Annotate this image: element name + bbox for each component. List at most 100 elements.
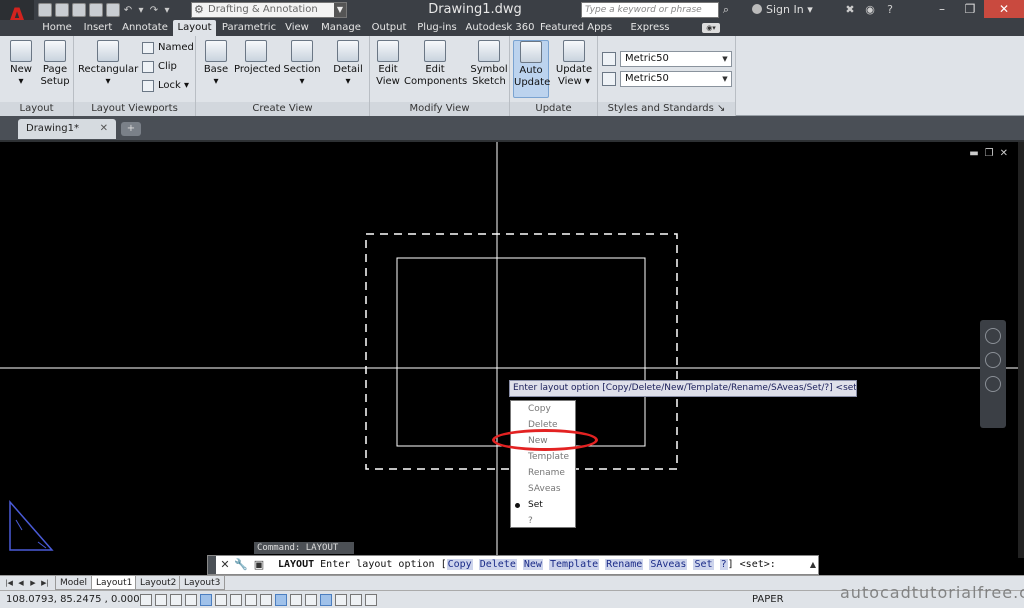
clip-button[interactable]: Clip xyxy=(140,59,194,75)
exchange-icon[interactable]: ✖ xyxy=(843,2,857,18)
tab-featured-apps[interactable]: Featured Apps xyxy=(538,20,614,36)
polar-tracking-icon[interactable] xyxy=(200,594,212,606)
auto-update-button[interactable]: Auto Update xyxy=(513,40,550,98)
ribbon-display-toggle-icon[interactable]: ◉▾ xyxy=(702,23,720,33)
help-icon[interactable]: ? xyxy=(883,2,897,18)
undo-icon[interactable]: ↶ xyxy=(123,5,133,16)
new-file-icon[interactable] xyxy=(38,3,52,17)
selection-cycling-icon[interactable] xyxy=(335,594,347,606)
prev-tab-icon[interactable]: ◀ xyxy=(16,578,26,589)
redo-icon[interactable]: ↷ xyxy=(149,5,159,16)
edit-view-button[interactable]: Edit View xyxy=(374,40,402,88)
symbol-sketch-button[interactable]: Symbol Sketch xyxy=(470,40,508,88)
rectangular-viewport-button[interactable]: Rectangular ▾ xyxy=(78,40,138,88)
snap-mode-icon[interactable] xyxy=(155,594,167,606)
edit-components-button[interactable]: Edit Components xyxy=(404,40,467,88)
option-template[interactable]: Template xyxy=(511,449,575,465)
named-viewports-button[interactable]: Named xyxy=(140,40,194,56)
restore-icon[interactable]: ❐ xyxy=(985,148,994,159)
pan-icon[interactable] xyxy=(985,352,1001,368)
dynamic-input-icon[interactable] xyxy=(275,594,287,606)
cmd-option-rename[interactable]: Rename xyxy=(605,559,644,570)
projected-view-button[interactable]: Projected xyxy=(234,40,281,76)
close-tab-icon[interactable]: ✕ xyxy=(100,119,108,139)
cmd-option-template[interactable]: Template xyxy=(548,559,600,570)
maximize-icon[interactable]: ❐ xyxy=(956,0,984,18)
tab-insert[interactable]: Insert xyxy=(80,20,116,36)
cmd-option-saveas[interactable]: SAveas xyxy=(649,559,688,570)
object-snap-tracking-icon[interactable] xyxy=(245,594,257,606)
binoculars-icon[interactable]: ⌕ xyxy=(719,2,733,18)
cmd-option-set[interactable]: Set xyxy=(693,559,714,570)
undo-dropdown-icon[interactable]: ▾ xyxy=(136,5,146,16)
option-set[interactable]: Set xyxy=(511,497,575,513)
tab-autodesk-360[interactable]: Autodesk 360 xyxy=(465,20,535,36)
3d-object-snap-icon[interactable] xyxy=(230,594,242,606)
new-layout-button[interactable]: New ▾ xyxy=(6,40,36,88)
workspace-dropdown[interactable]: ⚙ Drafting & Annotation ▼ xyxy=(191,2,347,18)
detail-view-button[interactable]: Detail ▾ xyxy=(330,40,366,88)
coordinates-readout[interactable]: 108.0793, 85.2475 , 0.0000 xyxy=(6,591,146,608)
command-line-grip[interactable] xyxy=(208,556,216,574)
command-line[interactable]: ✕ 🔧 ▣ LAYOUT Enter layout option [Copy D… xyxy=(207,555,819,575)
tab-view[interactable]: View xyxy=(282,20,312,36)
command-history-up-icon[interactable]: ▲ xyxy=(810,557,816,573)
tab-parametric[interactable]: Parametric xyxy=(220,20,278,36)
sign-in-button[interactable]: Sign In ▾ xyxy=(752,2,832,18)
new-tab-button[interactable]: + xyxy=(121,122,141,136)
tab-manage[interactable]: Manage xyxy=(318,20,364,36)
section-style-dropdown[interactable]: Metric50 ▼ xyxy=(620,71,732,87)
redo-dropdown-icon[interactable]: ▾ xyxy=(162,5,172,16)
annotation-monitor-icon[interactable] xyxy=(350,594,362,606)
save-as-icon[interactable] xyxy=(89,3,103,17)
zoom-icon[interactable] xyxy=(985,376,1001,392)
close-icon[interactable]: ✕ xyxy=(1000,148,1008,159)
quick-properties-icon[interactable] xyxy=(320,594,332,606)
section-view-button[interactable]: Section ▾ xyxy=(282,40,322,88)
tab-home[interactable]: Home xyxy=(38,20,76,36)
minimize-icon[interactable]: ▬ xyxy=(969,148,978,159)
object-snap-icon[interactable] xyxy=(215,594,227,606)
tab-annotate[interactable]: Annotate xyxy=(120,20,170,36)
option-rename[interactable]: Rename xyxy=(511,465,575,481)
paper-space-toggle[interactable]: PAPER xyxy=(752,591,784,608)
vertical-scrollbar[interactable] xyxy=(1018,142,1024,558)
grid-display-icon[interactable] xyxy=(170,594,182,606)
drawing-canvas[interactable]: ▬ ❐ ✕ Enter layout option [Copy/Delete/N… xyxy=(0,140,1024,558)
cmd-option-delete[interactable]: Delete xyxy=(478,559,517,570)
layout-tab-layout3[interactable]: Layout3 xyxy=(179,576,226,590)
close-command-line-icon[interactable]: ✕ xyxy=(218,557,232,573)
update-view-button[interactable]: Update View ▾ xyxy=(554,40,594,88)
allow-ucs-icon[interactable] xyxy=(260,594,272,606)
base-view-button[interactable]: Base ▾ xyxy=(200,40,232,88)
tab-express-tools[interactable]: Express Tools xyxy=(617,20,683,49)
transparency-icon[interactable] xyxy=(305,594,317,606)
view-style-dropdown[interactable]: Metric50 ▼ xyxy=(620,51,732,67)
last-tab-icon[interactable]: ▶| xyxy=(40,578,50,589)
stay-connected-icon[interactable]: ◉ xyxy=(863,2,877,18)
tab-plug-ins[interactable]: Plug-ins xyxy=(414,20,460,36)
layout-tab-layout1[interactable]: Layout1 xyxy=(91,576,138,590)
minimize-icon[interactable]: – xyxy=(928,0,956,18)
option-question[interactable]: ? xyxy=(511,513,575,529)
open-file-icon[interactable] xyxy=(55,3,69,17)
ortho-mode-icon[interactable] xyxy=(185,594,197,606)
search-input[interactable]: Type a keyword or phrase xyxy=(581,2,719,18)
customize-wrench-icon[interactable]: 🔧 xyxy=(234,557,248,573)
tab-output[interactable]: Output xyxy=(368,20,410,36)
plot-icon[interactable] xyxy=(106,3,120,17)
next-tab-icon[interactable]: ▶ xyxy=(28,578,38,589)
steering-wheel-icon[interactable] xyxy=(985,328,1001,344)
recent-commands-icon[interactable]: ▣ xyxy=(252,557,266,573)
layout-tab-layout2[interactable]: Layout2 xyxy=(135,576,182,590)
cmd-option-new[interactable]: New xyxy=(522,559,543,570)
tab-layout[interactable]: Layout xyxy=(173,20,216,36)
lineweight-icon[interactable] xyxy=(290,594,302,606)
page-setup-button[interactable]: Page Setup xyxy=(38,40,72,88)
file-tab-drawing1[interactable]: Drawing1* ✕ xyxy=(18,119,116,139)
option-saveas[interactable]: SAveas xyxy=(511,481,575,497)
first-tab-icon[interactable]: |◀ xyxy=(4,578,14,589)
cmd-option-copy[interactable]: Copy xyxy=(446,559,473,570)
save-icon[interactable] xyxy=(72,3,86,17)
infer-constraints-icon[interactable] xyxy=(140,594,152,606)
